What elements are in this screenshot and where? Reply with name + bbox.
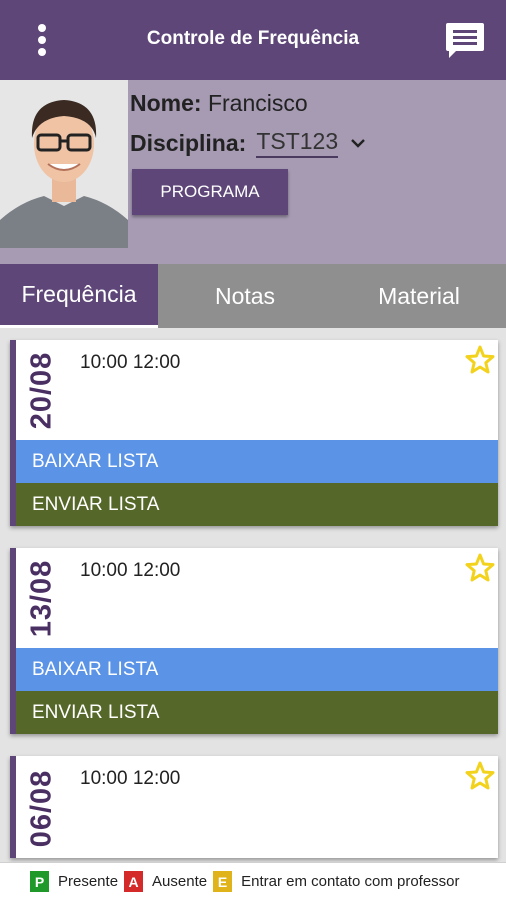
- present-label: Presente: [58, 873, 119, 890]
- contact-badge: E: [213, 871, 233, 892]
- legend-bar: P Presente A Ausente E Entrar em contato…: [0, 862, 506, 900]
- discipline-select[interactable]: TST123: [256, 128, 339, 158]
- profile-section: Nome: Francisco Disciplina: TST123 PROGR…: [0, 80, 506, 264]
- name-value: Francisco: [207, 90, 308, 116]
- present-badge: P: [30, 871, 49, 892]
- student-name: Nome: Francisco: [130, 90, 308, 117]
- session-date: 13/08: [25, 559, 58, 637]
- discipline-row: Disciplina: TST123: [130, 128, 366, 158]
- absent-label: Ausente: [152, 873, 208, 890]
- session-time: 10:00 12:00: [80, 352, 181, 373]
- avatar: [0, 80, 128, 248]
- legend-absent: A Ausente: [124, 871, 207, 892]
- star-icon[interactable]: [464, 552, 496, 584]
- absent-badge: A: [124, 871, 144, 892]
- session-date: 20/08: [25, 351, 58, 429]
- name-label: Nome:: [130, 90, 202, 116]
- legend-present: P Presente: [30, 871, 118, 892]
- legend-contact: E Entrar em contato com professor: [213, 871, 460, 892]
- star-icon[interactable]: [464, 760, 496, 792]
- session-card: 20/08 10:00 12:00 BAIXAR LISTA ENVIAR LI…: [10, 340, 498, 526]
- tab-bar: Frequência Notas Material: [0, 264, 506, 328]
- contact-label: Entrar em contato com professor: [241, 873, 460, 890]
- tab-material[interactable]: Material: [332, 264, 506, 328]
- tab-frequencia[interactable]: Frequência: [0, 264, 158, 328]
- session-time: 10:00 12:00: [80, 560, 181, 581]
- app-bar: Controle de Frequência: [0, 0, 506, 80]
- tab-notas[interactable]: Notas: [158, 264, 332, 328]
- session-time: 10:00 12:00: [80, 768, 181, 789]
- program-button[interactable]: PROGRAMA: [132, 169, 288, 215]
- star-icon[interactable]: [464, 344, 496, 376]
- chevron-down-icon[interactable]: [350, 135, 366, 151]
- send-list-button[interactable]: ENVIAR LISTA: [16, 483, 498, 526]
- send-list-button[interactable]: ENVIAR LISTA: [16, 691, 498, 734]
- download-list-button[interactable]: BAIXAR LISTA: [16, 648, 498, 691]
- chat-icon[interactable]: [444, 20, 486, 62]
- session-card: 13/08 10:00 12:00 BAIXAR LISTA ENVIAR LI…: [10, 548, 498, 734]
- download-list-button[interactable]: BAIXAR LISTA: [16, 440, 498, 483]
- session-date: 06/08: [25, 769, 58, 847]
- app-title: Controle de Frequência: [146, 28, 360, 49]
- session-card: 06/08 10:00 12:00: [10, 756, 498, 858]
- discipline-label: Disciplina:: [130, 129, 247, 156]
